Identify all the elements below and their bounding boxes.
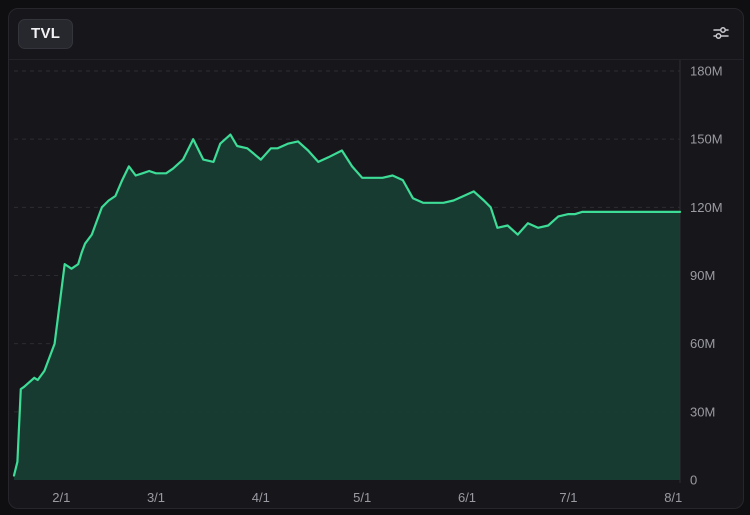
tvl-point: [581, 211, 583, 213]
tvl-area-fill: [14, 134, 680, 480]
y-tick-label: 120M: [690, 200, 723, 215]
tvl-point: [115, 195, 117, 197]
y-tick-label: 0: [690, 473, 697, 488]
tvl-point: [260, 159, 262, 161]
tvl-point: [591, 211, 593, 213]
tvl-point: [558, 216, 560, 218]
tvl-point: [473, 191, 475, 193]
tvl-point: [236, 145, 238, 147]
tvl-point: [77, 263, 79, 265]
tvl-point: [91, 234, 93, 236]
tvl-point: [247, 148, 249, 150]
tvl-point: [483, 200, 485, 202]
tvl-point: [37, 379, 39, 381]
tvl-point: [287, 143, 289, 145]
tvl-point: [155, 173, 157, 175]
x-tick-label: 6/1: [458, 490, 476, 505]
x-tick-label: 3/1: [147, 490, 165, 505]
tvl-point: [601, 211, 603, 213]
tvl-point: [402, 179, 404, 181]
tvl-point: [20, 388, 22, 390]
tvl-point: [422, 202, 424, 204]
tvl-point: [622, 211, 624, 213]
tvl-point: [142, 173, 144, 175]
x-tick-label: 2/1: [52, 490, 70, 505]
tvl-point: [17, 461, 19, 463]
tvl-point: [84, 243, 86, 245]
y-tick-label: 90M: [690, 268, 715, 283]
y-tick-label: 30M: [690, 404, 715, 419]
x-tick-label: 5/1: [353, 490, 371, 505]
tvl-point: [612, 211, 614, 213]
tvl-point: [537, 227, 539, 229]
x-tick-label: 4/1: [252, 490, 270, 505]
tvl-point: [54, 343, 56, 345]
tvl-point: [307, 150, 309, 152]
tvl-point: [382, 177, 384, 179]
x-tick-label: 8/1: [664, 490, 682, 505]
tvl-point: [672, 211, 674, 213]
tvl-point: [527, 222, 529, 224]
tvl-point: [192, 138, 194, 140]
tvl-point: [128, 166, 130, 168]
tvl-point: [23, 386, 25, 388]
tvl-point: [679, 211, 681, 213]
y-tick-label: 180M: [690, 64, 723, 79]
tvl-point: [34, 377, 36, 379]
tvl-point: [135, 175, 137, 177]
tvl-point: [297, 141, 299, 143]
tvl-point: [108, 200, 110, 202]
tvl-area-chart: 0 30M 60M 90M 120M 150M 180M 2/1 3/1 4/1 5/1 6/1 7/1…: [12, 60, 723, 505]
y-tick-label: 60M: [690, 336, 715, 351]
y-tick-label: 150M: [690, 132, 723, 147]
tvl-point: [432, 202, 434, 204]
tvl-point: [101, 207, 103, 209]
tvl-point: [453, 200, 455, 202]
tvl-point: [341, 150, 343, 152]
tvl-point: [642, 211, 644, 213]
tvl-point: [392, 175, 394, 177]
tvl-point: [13, 475, 15, 477]
tvl-point: [219, 143, 221, 145]
tvl-point: [517, 234, 519, 236]
tvl-point: [497, 227, 499, 229]
tvl-point: [662, 211, 664, 213]
tvl-point: [213, 161, 215, 163]
tvl-point: [328, 157, 330, 159]
tvl-point: [547, 225, 549, 227]
tvl-point: [463, 195, 465, 197]
tvl-point: [148, 170, 150, 172]
tvl-point: [568, 213, 570, 215]
tvl-point: [121, 179, 123, 181]
tvl-point: [270, 148, 272, 150]
tvl-point: [443, 202, 445, 204]
tvl-point: [203, 159, 205, 161]
tvl-point: [490, 207, 492, 209]
tvl-point: [81, 252, 83, 254]
tvl-point: [652, 211, 654, 213]
tvl-point: [64, 263, 66, 265]
x-tick-label: 7/1: [559, 490, 577, 505]
tvl-point: [318, 161, 320, 163]
tvl-point: [361, 177, 363, 179]
tvl-point: [574, 213, 576, 215]
tvl-point: [182, 159, 184, 161]
tvl-point: [351, 166, 353, 168]
tvl-point: [71, 268, 73, 270]
tvl-point: [44, 370, 46, 372]
tvl-point: [165, 173, 167, 175]
tvl-point: [507, 225, 509, 227]
tvl-point: [230, 134, 232, 136]
tvl-point: [172, 168, 174, 170]
tvl-point: [372, 177, 374, 179]
tvl-point: [277, 148, 279, 150]
tvl-point: [632, 211, 634, 213]
tvl-point: [412, 197, 414, 199]
